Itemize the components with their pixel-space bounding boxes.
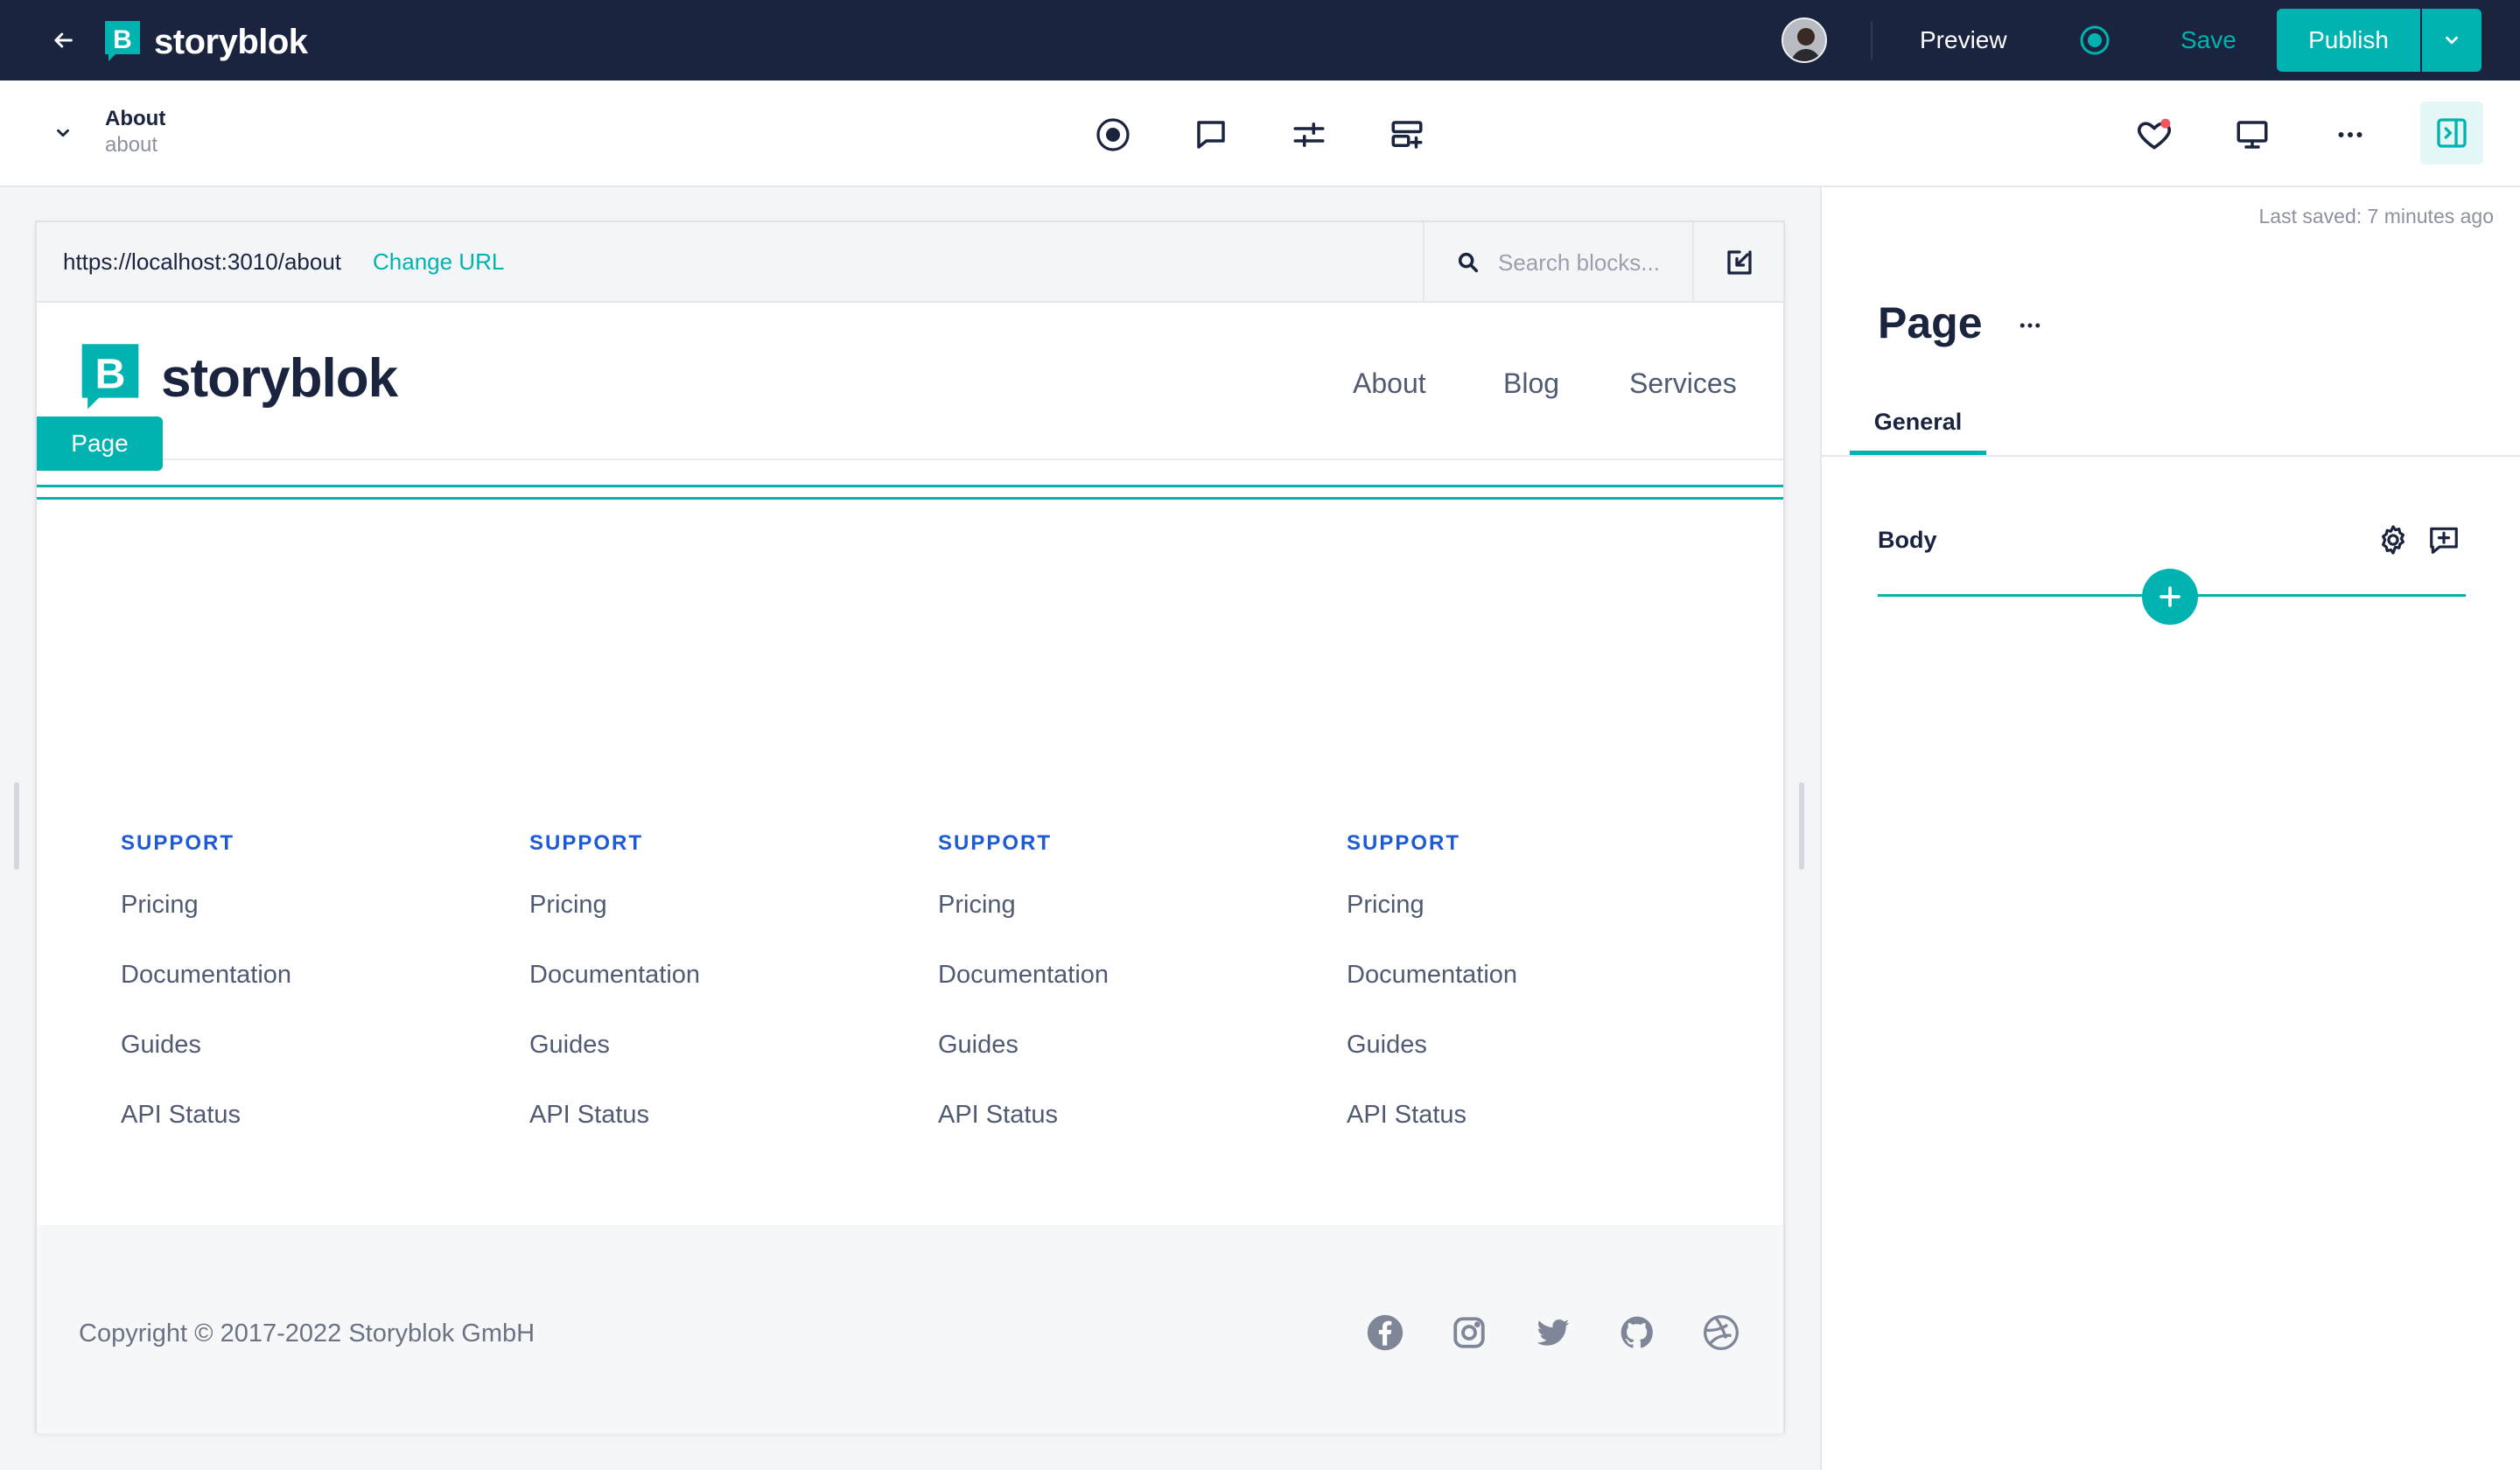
twitter-icon[interactable] xyxy=(1533,1312,1573,1353)
plus-icon xyxy=(2160,586,2180,607)
footer-link-api-status[interactable]: API Status xyxy=(938,1101,1058,1130)
footer-link-api-status[interactable]: API Status xyxy=(1347,1101,1466,1130)
settings-sliders-icon[interactable] xyxy=(1288,114,1330,156)
footer-heading: SUPPORT xyxy=(938,831,1053,855)
storyblok-logo[interactable]: B storyblok xyxy=(103,19,308,65)
site-brand-name: storyblok xyxy=(161,347,398,409)
body-field-label: Body xyxy=(1878,527,1937,553)
visual-mode-icon[interactable] xyxy=(2077,23,2112,62)
chevron-down-icon xyxy=(2446,36,2458,45)
add-block-button[interactable] xyxy=(2142,569,2198,625)
favorite-heart-icon[interactable] xyxy=(2133,114,2175,156)
site-logo[interactable]: B storyblok xyxy=(79,341,398,415)
footer-link-guides[interactable]: Guides xyxy=(1347,1031,1427,1060)
panel-more-icon[interactable] xyxy=(2009,304,2051,346)
body-dropzone-line-top xyxy=(37,485,1783,487)
story-toolbar: About about xyxy=(0,80,2520,187)
footer-link-pricing[interactable]: Pricing xyxy=(121,891,199,920)
footer-link-documentation[interactable]: Documentation xyxy=(529,961,700,990)
svg-text:B: B xyxy=(95,350,126,397)
header-divider xyxy=(37,458,1783,460)
device-preview-icon[interactable] xyxy=(2231,114,2273,156)
footer-link-guides[interactable]: Guides xyxy=(121,1031,201,1060)
panel-title: Page xyxy=(1878,298,1983,347)
toggle-sidebar-icon[interactable] xyxy=(2420,102,2483,164)
open-in-new-tab-icon[interactable] xyxy=(1692,222,1785,303)
footer-link-guides[interactable]: Guides xyxy=(529,1031,610,1060)
publish-button[interactable]: Publish xyxy=(2277,9,2420,72)
tab-divider xyxy=(1822,455,2520,457)
user-avatar[interactable] xyxy=(1782,18,1827,63)
right-resize-handle[interactable] xyxy=(1799,782,1804,870)
footer-link-pricing[interactable]: Pricing xyxy=(1347,891,1424,920)
footer-heading: SUPPORT xyxy=(1347,831,1461,855)
change-url-link[interactable]: Change URL xyxy=(373,248,504,276)
site-header: B storyblok About Blog Services xyxy=(37,303,1783,460)
footer-column: SUPPORT Pricing Documentation Guides API… xyxy=(1347,831,1697,1129)
search-blocks-input[interactable] xyxy=(1496,248,1680,277)
content-view-icon[interactable] xyxy=(1092,114,1134,156)
footer-heading: SUPPORT xyxy=(529,831,644,855)
search-blocks[interactable] xyxy=(1423,222,1692,303)
visual-editor-preview: https://localhost:3010/about Change URL … xyxy=(35,220,1785,1433)
footer-link-documentation[interactable]: Documentation xyxy=(1347,961,1517,990)
left-resize-handle[interactable] xyxy=(14,782,19,870)
story-menu-chevron-icon[interactable] xyxy=(47,117,79,149)
preview-url: https://localhost:3010/about xyxy=(63,248,342,275)
footer-link-pricing[interactable]: Pricing xyxy=(529,891,607,920)
search-icon xyxy=(1458,252,1479,273)
copyright-text: Copyright © 2017-2022 Storyblok GmbH xyxy=(79,1320,536,1348)
site-logo-icon: B xyxy=(81,344,139,410)
footer-link-documentation[interactable]: Documentation xyxy=(121,961,291,990)
tab-general[interactable]: General xyxy=(1850,394,1986,455)
instagram-icon[interactable] xyxy=(1449,1312,1489,1353)
footer-column: SUPPORT Pricing Documentation Guides API… xyxy=(529,831,879,1129)
footer-link-api-status[interactable]: API Status xyxy=(121,1101,241,1130)
preview-url-bar: https://localhost:3010/about Change URL xyxy=(37,222,1783,303)
footer-copyright-band: Copyright © 2017-2022 Storyblok GmbH xyxy=(37,1225,1783,1433)
footer-link-documentation[interactable]: Documentation xyxy=(938,961,1109,990)
back-arrow-icon[interactable] xyxy=(44,21,82,60)
publish-dropdown-button[interactable] xyxy=(2422,9,2482,72)
story-slug: about xyxy=(105,133,158,157)
footer-link-api-status[interactable]: API Status xyxy=(529,1101,649,1130)
footer-link-pricing[interactable]: Pricing xyxy=(938,891,1016,920)
footer-heading: SUPPORT xyxy=(121,831,235,855)
nav-link-services[interactable]: Services xyxy=(1629,368,1737,400)
add-comment-icon[interactable] xyxy=(2424,520,2464,560)
dribbble-icon[interactable] xyxy=(1701,1312,1741,1353)
top-bar: B storyblok Preview Save Publish xyxy=(0,0,2520,80)
last-saved-text: Last saved: 7 minutes ago xyxy=(2258,205,2495,228)
content-editor-panel: Last saved: 7 minutes ago Page General B… xyxy=(1820,187,2520,1470)
story-title: About xyxy=(105,107,166,130)
save-button[interactable]: Save xyxy=(2180,26,2236,54)
comments-icon[interactable] xyxy=(1190,114,1232,156)
body-dropzone-line-bottom xyxy=(37,497,1783,500)
gear-icon[interactable] xyxy=(2373,520,2413,560)
footer-column: SUPPORT Pricing Documentation Guides API… xyxy=(121,831,471,1129)
footer-column: SUPPORT Pricing Documentation Guides API… xyxy=(938,831,1288,1129)
topbar-divider xyxy=(1871,21,1872,60)
github-icon[interactable] xyxy=(1617,1312,1657,1353)
svg-text:B: B xyxy=(113,25,132,54)
storyblok-logo-icon: B xyxy=(105,21,140,61)
nav-link-about[interactable]: About xyxy=(1353,368,1426,400)
more-options-icon[interactable] xyxy=(2329,114,2371,156)
page-block-tag[interactable]: Page xyxy=(37,416,163,471)
insert-block-icon[interactable] xyxy=(1386,114,1428,156)
facebook-icon[interactable] xyxy=(1365,1312,1405,1353)
brand-name: storyblok xyxy=(154,22,308,61)
preview-button[interactable]: Preview xyxy=(1920,26,2007,54)
nav-link-blog[interactable]: Blog xyxy=(1503,368,1559,400)
footer-link-guides[interactable]: Guides xyxy=(938,1031,1018,1060)
